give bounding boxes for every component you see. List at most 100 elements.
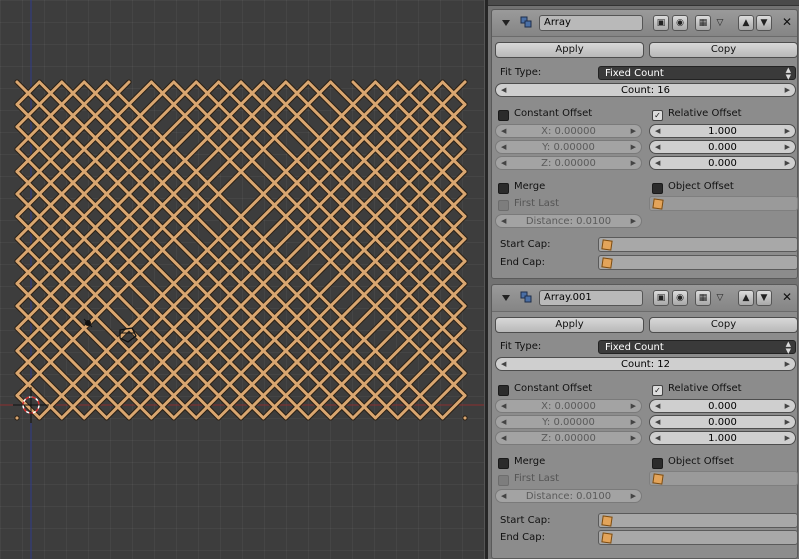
relative-z-field[interactable]: ◀ 0.000 ▶	[649, 156, 796, 170]
editmode-toggle-icon[interactable]: ▦	[695, 290, 711, 306]
constant-offset-checkbox[interactable]	[498, 110, 509, 121]
dropdown-arrows-icon: ▲ ▼	[785, 340, 791, 355]
relative-offset-label: Relative Offset	[668, 108, 742, 119]
modifier-name-field[interactable]: Array.001	[539, 290, 643, 306]
merge-distance-field[interactable]: ◀ Distance: 0.0100 ▶	[495, 214, 642, 228]
relative-x-field[interactable]: ◀ 0.000 ▶	[649, 399, 796, 413]
fit-type-value: Fixed Count	[605, 342, 664, 353]
array-modifier-icon	[520, 16, 532, 28]
editmode-toggle-icon[interactable]: ▦	[695, 15, 711, 31]
count-field[interactable]: ◀ Count: 16 ▶	[495, 83, 796, 97]
mesh-cube-icon	[601, 239, 613, 251]
fit-type-dropdown[interactable]: Fixed Count ▲ ▼	[598, 340, 796, 355]
first-last-label: First Last	[514, 198, 560, 209]
object-offset-checkbox[interactable]	[652, 458, 663, 469]
object-offset-label: Object Offset	[668, 456, 734, 467]
array-modifier-1: Array ▣ ◉ ▦ ▽ ▲ ▼ ✕ Apply Copy Fit Type:…	[491, 9, 798, 279]
viewport-toggle-icon[interactable]: ◉	[672, 290, 688, 306]
lattice-strut	[15, 147, 288, 420]
relative-offset-checkbox[interactable]: ✓	[652, 110, 663, 121]
apply-button[interactable]: Apply	[495, 42, 644, 58]
constant-x-field[interactable]: ◀ X: 0.00000 ▶	[495, 124, 642, 138]
start-cap-field[interactable]	[598, 513, 798, 528]
end-cap-field[interactable]	[598, 530, 798, 545]
close-icon[interactable]: ✕	[782, 15, 792, 29]
move-down-icon[interactable]: ▼	[756, 15, 772, 31]
move-up-icon[interactable]: ▲	[738, 15, 754, 31]
panel-header-strip	[488, 0, 799, 6]
object-cube-icon	[652, 473, 664, 485]
start-cap-label: Start Cap:	[500, 239, 551, 250]
first-last-checkbox[interactable]	[498, 200, 509, 211]
array-lattice-mesh[interactable]	[14, 79, 468, 421]
relative-y-value: 0.000	[708, 142, 737, 153]
copy-button[interactable]: Copy	[649, 317, 798, 333]
cage-toggle-icon[interactable]: ▽	[712, 15, 728, 31]
start-cap-field[interactable]	[598, 237, 798, 252]
fit-type-label: Fit Type:	[500, 341, 542, 352]
render-toggle-icon[interactable]: ▣	[653, 290, 669, 306]
decrement-arrow-icon[interactable]: ◀	[501, 84, 506, 97]
modifier-name-field[interactable]: Array	[539, 15, 643, 31]
relative-offset-checkbox[interactable]: ✓	[652, 385, 663, 396]
modifier-panel: Array ▣ ◉ ▦ ▽ ▲ ▼ ✕ Apply Copy Fit Type:…	[488, 0, 799, 559]
object-offset-label: Object Offset	[668, 181, 734, 192]
constant-offset-label: Constant Offset	[514, 383, 593, 394]
relative-y-value: 0.000	[708, 417, 737, 428]
merge-distance-value: Distance: 0.0100	[525, 216, 612, 227]
relative-z-field[interactable]: ◀ 1.000 ▶	[649, 431, 796, 445]
constant-x-value: X: 0.00000	[541, 401, 596, 412]
constant-offset-checkbox[interactable]	[498, 385, 509, 396]
cage-toggle-icon[interactable]: ▽	[712, 290, 728, 306]
constant-y-field[interactable]: ◀ Y: 0.00000 ▶	[495, 415, 642, 429]
move-up-icon[interactable]: ▲	[738, 290, 754, 306]
merge-label: Merge	[514, 456, 546, 467]
relative-z-value: 1.000	[708, 433, 737, 444]
end-cap-field[interactable]	[598, 255, 798, 270]
relative-x-field[interactable]: ◀ 1.000 ▶	[649, 124, 796, 138]
constant-z-field[interactable]: ◀ Z: 0.00000 ▶	[495, 156, 642, 170]
object-offset-field[interactable]	[649, 471, 798, 486]
lattice-strut	[194, 147, 467, 420]
close-icon[interactable]: ✕	[782, 290, 792, 304]
merge-distance-field[interactable]: ◀ Distance: 0.0100 ▶	[495, 489, 642, 503]
constant-x-field[interactable]: ◀ X: 0.00000 ▶	[495, 399, 642, 413]
relative-y-field[interactable]: ◀ 0.000 ▶	[649, 140, 796, 154]
render-toggle-icon[interactable]: ▣	[653, 15, 669, 31]
collapse-arrow-icon[interactable]	[502, 20, 510, 26]
constant-y-field[interactable]: ◀ Y: 0.00000 ▶	[495, 140, 642, 154]
relative-z-value: 0.000	[708, 158, 737, 169]
count-field[interactable]: ◀ Count: 12 ▶	[495, 357, 796, 371]
merge-checkbox[interactable]	[498, 458, 509, 469]
relative-y-field[interactable]: ◀ 0.000 ▶	[649, 415, 796, 429]
count-value: Count: 16	[621, 85, 670, 96]
mesh-cube-icon	[601, 532, 613, 544]
merge-checkbox[interactable]	[498, 183, 509, 194]
decrement-arrow-icon[interactable]: ◀	[501, 358, 506, 371]
copy-button[interactable]: Copy	[649, 42, 798, 58]
constant-z-value: Z: 0.00000	[541, 433, 596, 444]
apply-button[interactable]: Apply	[495, 317, 644, 333]
constant-z-field[interactable]: ◀ Z: 0.00000 ▶	[495, 431, 642, 445]
relative-x-value: 0.000	[708, 401, 737, 412]
object-offset-checkbox[interactable]	[652, 183, 663, 194]
collapse-arrow-icon[interactable]	[502, 295, 510, 301]
dropdown-arrows-icon: ▲ ▼	[785, 66, 791, 81]
lattice-strut	[15, 371, 64, 420]
3d-viewport[interactable]	[0, 0, 484, 559]
fit-type-dropdown[interactable]: Fixed Count ▲ ▼	[598, 66, 796, 81]
start-cap-label: Start Cap:	[500, 515, 551, 526]
merge-label: Merge	[514, 181, 546, 192]
increment-arrow-icon[interactable]: ▶	[785, 358, 790, 371]
constant-offset-label: Constant Offset	[514, 108, 593, 119]
increment-arrow-icon[interactable]: ▶	[785, 84, 790, 97]
end-cap-label: End Cap:	[500, 257, 546, 268]
first-last-checkbox[interactable]	[498, 475, 509, 486]
object-offset-field[interactable]	[649, 196, 798, 211]
constant-x-value: X: 0.00000	[541, 126, 596, 137]
lattice-strut	[15, 80, 355, 420]
lattice-strut	[284, 237, 467, 420]
move-down-icon[interactable]: ▼	[756, 290, 772, 306]
viewport-toggle-icon[interactable]: ◉	[672, 15, 688, 31]
array-modifier-icon	[520, 291, 532, 303]
